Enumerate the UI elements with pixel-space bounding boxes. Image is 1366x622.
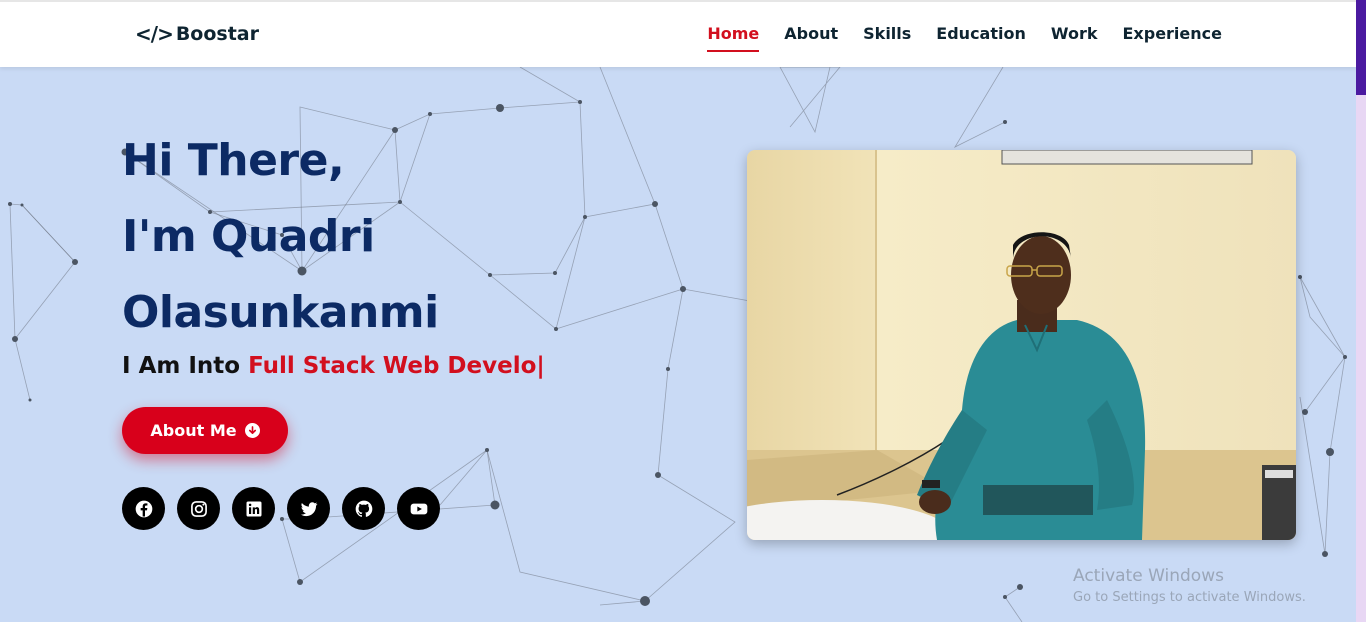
nav-link-skills[interactable]: Skills xyxy=(863,24,911,52)
page-scrollbar[interactable] xyxy=(1356,0,1366,622)
typed-text: Full Stack Web Develo| xyxy=(248,353,545,379)
hero-heading: Hi There, I'm Quadri Olasunkanmi xyxy=(122,123,642,351)
code-icon: </> xyxy=(135,22,174,46)
watermark-title: Activate Windows xyxy=(1073,566,1224,586)
facebook-icon[interactable] xyxy=(122,487,165,530)
about-me-button[interactable]: About Me xyxy=(122,407,288,454)
nav-link-experience[interactable]: Experience xyxy=(1122,24,1222,52)
youtube-icon[interactable] xyxy=(397,487,440,530)
scrollbar-thumb[interactable] xyxy=(1356,0,1366,95)
watermark-subtitle: Go to Settings to activate Windows. xyxy=(1073,590,1306,605)
about-me-label: About Me xyxy=(150,421,237,440)
linkedin-icon[interactable] xyxy=(232,487,275,530)
nav-link-about[interactable]: About xyxy=(784,24,838,52)
instagram-icon[interactable] xyxy=(177,487,220,530)
brand-logo[interactable]: </> Boostar xyxy=(135,22,259,46)
nav-link-work[interactable]: Work xyxy=(1051,24,1098,52)
github-icon[interactable] xyxy=(342,487,385,530)
navbar: </> Boostar Home About Skills Education … xyxy=(0,0,1356,67)
nav-link-home[interactable]: Home xyxy=(707,24,760,52)
brand-name: Boostar xyxy=(175,23,259,45)
hero-heading-line3: Olasunkanmi xyxy=(122,287,439,338)
nav-menu: Home About Skills Education Work Experie… xyxy=(707,24,1222,52)
social-links xyxy=(122,487,440,530)
hero-heading-line1: Hi There, xyxy=(122,135,345,186)
arrow-down-circle-icon xyxy=(244,423,260,438)
hero-section: Hi There, I'm Quadri Olasunkanmi I Am In… xyxy=(0,67,1356,622)
windows-activation-watermark: Activate Windows Go to Settings to activ… xyxy=(1073,566,1306,605)
typed-tagline: I Am Into Full Stack Web Develo| xyxy=(122,353,545,379)
nav-link-education[interactable]: Education xyxy=(936,24,1026,52)
typed-prefix: I Am Into xyxy=(122,353,249,379)
profile-photo xyxy=(747,150,1296,540)
twitter-icon[interactable] xyxy=(287,487,330,530)
hero-heading-line2: I'm Quadri xyxy=(122,211,375,262)
